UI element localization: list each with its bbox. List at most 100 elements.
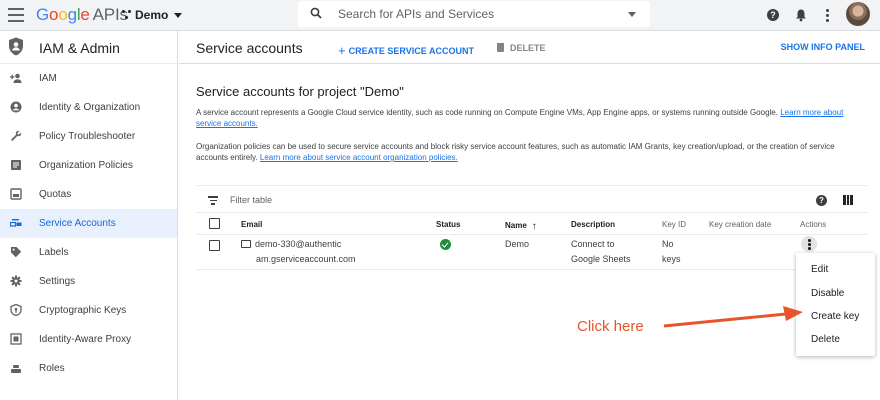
menu-item-disable[interactable]: Disable	[811, 288, 844, 299]
sidebar-item-label: Identity & Organization	[39, 102, 141, 113]
sidebar-item-label: Identity-Aware Proxy	[39, 334, 132, 345]
column-actions: Actions	[800, 220, 827, 229]
name-cell: Demo	[505, 239, 530, 249]
plus-icon: +	[338, 43, 346, 58]
list-doc-icon	[11, 160, 21, 170]
sidebar-item-label: Labels	[39, 247, 69, 258]
status-enabled-check-icon	[440, 239, 451, 250]
sidebar-item-identity-aware-proxy[interactable]: Identity-Aware Proxy	[0, 325, 177, 354]
more-options-icon[interactable]	[826, 9, 830, 23]
sidebar-item-label: Quotas	[39, 189, 72, 200]
show-info-panel-button[interactable]: SHOW INFO PANEL	[781, 42, 865, 52]
column-key-id: Key ID	[662, 220, 687, 229]
roles-icon	[11, 365, 21, 373]
filter-bar: ?	[196, 185, 868, 213]
sidebar-item-label: Settings	[39, 276, 76, 287]
table-header: Email Status Name ↑ Description Key ID Ke…	[196, 213, 868, 235]
create-service-account-button[interactable]: + CREATE SERVICE ACCOUNT	[338, 42, 474, 58]
service-account-icon	[10, 219, 22, 227]
shield-icon	[9, 37, 23, 56]
wrench-icon	[11, 130, 22, 141]
column-email[interactable]: Email	[241, 220, 262, 229]
quota-icon	[10, 188, 22, 200]
page-header: Service accounts + CREATE SERVICE ACCOUNT…	[179, 31, 880, 64]
menu-item-edit[interactable]: Edit	[811, 264, 828, 275]
column-name[interactable]: Name ↑	[505, 220, 537, 232]
column-description[interactable]: Description	[571, 220, 615, 229]
column-status[interactable]: Status	[436, 220, 460, 229]
google-apis-logo[interactable]: Google APIs	[36, 5, 128, 25]
chevron-down-icon	[174, 12, 183, 18]
key-id-cell-line-1: No	[662, 239, 674, 249]
filter-table-input[interactable]	[230, 193, 430, 207]
avatar[interactable]	[846, 2, 870, 26]
annotation-arrow-icon	[663, 306, 803, 328]
delete-button[interactable]: DELETE	[497, 42, 546, 53]
create-service-account-label: CREATE SERVICE ACCOUNT	[348, 46, 474, 56]
sidebar-item-roles[interactable]: Roles	[0, 354, 177, 383]
key-id-cell-line-2: keys	[662, 254, 681, 264]
top-bar: GoogleAPIs Demo ?	[0, 0, 880, 31]
trash-icon	[497, 43, 504, 52]
org-policies-description: Organization policies can be used to sec…	[196, 141, 868, 163]
help-icon[interactable]: ?	[767, 9, 779, 21]
row-checkbox[interactable]	[209, 240, 220, 251]
sidebar-item-label: IAM	[39, 73, 57, 84]
account-circle-icon	[10, 101, 22, 113]
sidebar-header: IAM & Admin	[0, 31, 177, 64]
sidebar-item-cryptographic-keys[interactable]: Cryptographic Keys	[0, 296, 177, 325]
click-here-annotation: Click here	[577, 318, 644, 335]
sidebar-item-organization-policies[interactable]: Organization Policies	[0, 151, 177, 180]
person-add-icon	[10, 73, 22, 83]
description-cell-line-2: Google Sheets	[571, 254, 631, 264]
sidebar-item-policy-troubleshooter[interactable]: Policy Troubleshooter	[0, 122, 177, 151]
sidebar-item-labels[interactable]: Labels	[0, 238, 177, 267]
help-icon[interactable]: ?	[816, 195, 827, 206]
shield-key-icon	[10, 304, 22, 316]
section-title: Service accounts for project "Demo"	[196, 84, 404, 99]
menu-item-delete[interactable]: Delete	[811, 334, 840, 345]
sidebar-item-quotas[interactable]: Quotas	[0, 180, 177, 209]
notifications-bell-icon[interactable]	[795, 8, 807, 22]
service-account-description: A service account represents a Google Cl…	[196, 107, 868, 129]
sidebar-item-service-accounts[interactable]: Service Accounts	[0, 209, 177, 238]
column-key-creation-date: Key creation date	[709, 220, 772, 229]
sort-ascending-icon[interactable]: ↑	[532, 221, 537, 232]
service-account-icon	[241, 240, 251, 248]
proxy-icon	[10, 333, 22, 345]
search-bar[interactable]	[298, 1, 650, 27]
sidebar-item-identity-organization[interactable]: Identity & Organization	[0, 93, 177, 122]
email-cell-line-2: am.gserviceaccount.com	[256, 254, 356, 264]
filter-icon	[208, 196, 218, 205]
description-text: A service account represents a Google Cl…	[196, 108, 781, 117]
sidebar: IAM & Admin IAM Identity & Organization …	[0, 31, 178, 400]
menu-item-create-key[interactable]: Create key	[811, 311, 859, 322]
page-title: Service accounts	[196, 40, 303, 56]
sidebar-item-label: Policy Troubleshooter	[39, 131, 136, 142]
label-icon	[11, 247, 22, 258]
project-name: Demo	[135, 8, 169, 22]
description-cell-line-1: Connect to	[571, 239, 615, 249]
column-display-options-icon[interactable]	[843, 195, 854, 205]
search-icon	[310, 7, 322, 19]
sidebar-item-iam[interactable]: IAM	[0, 64, 177, 93]
email-cell[interactable]: demo-330@authentic	[241, 237, 341, 251]
table-row: demo-330@authentic am.gserviceaccount.co…	[196, 235, 868, 270]
learn-more-org-policies-link[interactable]: Learn more about service account organiz…	[260, 153, 458, 162]
delete-label: DELETE	[510, 43, 546, 53]
row-actions-menu-icon[interactable]	[801, 236, 817, 252]
search-dropdown-icon[interactable]	[628, 12, 636, 17]
project-dots-icon	[122, 10, 132, 20]
project-selector[interactable]: Demo	[122, 8, 183, 22]
sidebar-item-label: Cryptographic Keys	[39, 305, 127, 316]
sidebar-item-settings[interactable]: Settings	[0, 267, 177, 296]
select-all-checkbox[interactable]	[209, 218, 220, 229]
gear-icon	[10, 275, 22, 287]
sidebar-title: IAM & Admin	[39, 40, 120, 56]
sidebar-item-label: Service Accounts	[39, 218, 116, 229]
sidebar-item-label: Organization Policies	[39, 160, 133, 171]
column-name-label: Name	[505, 221, 527, 230]
hamburger-menu-icon[interactable]	[8, 8, 24, 22]
search-input[interactable]	[338, 4, 598, 24]
sidebar-item-label: Roles	[39, 363, 65, 374]
